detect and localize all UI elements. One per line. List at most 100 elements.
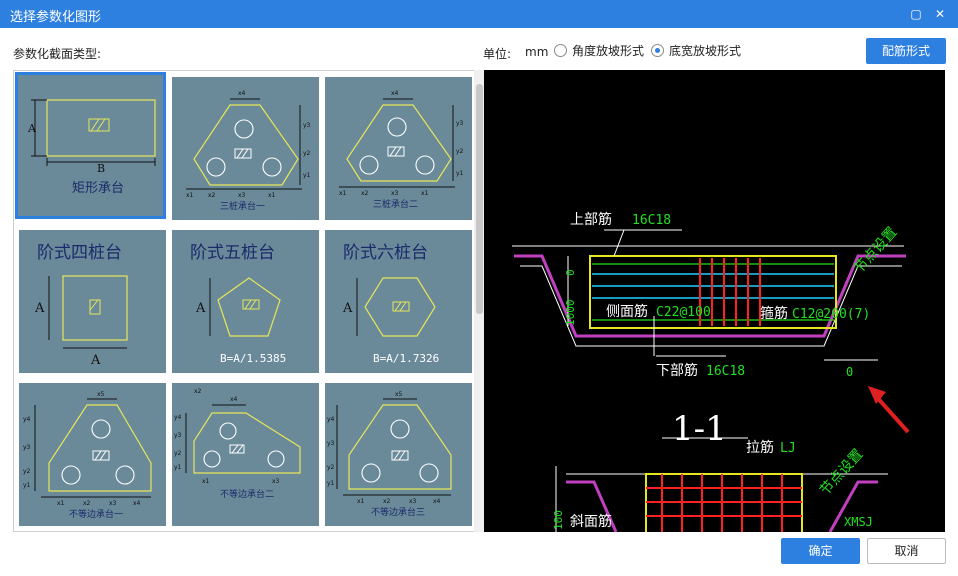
node-setting-label-2: 节点设置 (817, 446, 866, 498)
rebar-section-drawing: 上部筋 16C18 侧面筋 C22@100 箍筋 C12@200(7) 下部筋 … (512, 211, 910, 532)
radio-angle-label: 角度放坡形式 (572, 44, 645, 58)
tile-dim-label: x1 (57, 500, 65, 507)
rectangle-shape-diagram: A B 矩形承台 (27, 99, 156, 196)
tile-dim-label: x1 (421, 190, 429, 197)
unequal-3-diagram: x5 y4 y3 y2 y1 x1 x2 x3 x4 不等边承台三 (327, 391, 452, 518)
three-pile-2-diagram: x4 y3 y2 y1 x1 x2 x3 x1 三桩承台二 (339, 90, 464, 210)
shape-tile-unequal-2[interactable]: x4 x2 y4 y3 y2 y1 x1 x3 不等边承台二 (172, 383, 319, 526)
rebar-preview-canvas: 上部筋 16C18 侧面筋 C22@100 箍筋 C12@200(7) 下部筋 … (484, 70, 945, 532)
section-type-label: 参数化截面类型: (13, 47, 102, 61)
side-bar-label: 侧面筋 (606, 303, 648, 320)
tile-dim-label: A (195, 301, 206, 316)
side-bar-value: C22@100 (656, 305, 711, 320)
shape-gallery: A B 矩形承台 x4 y3 y2 y1 x1 x2 x3 x1 三桩承台一 x… (13, 70, 485, 532)
shape-name-label: 不等边承台二 (220, 488, 274, 500)
radio-width-dot[interactable] (651, 44, 664, 57)
tile-dim-label: y1 (23, 482, 31, 489)
tile-dim-label: x3 (409, 498, 417, 505)
tile-dim-label: x4 (433, 498, 441, 505)
tile-dim-label: x5 (97, 391, 105, 398)
ok-button[interactable]: 确定 (781, 538, 860, 564)
tile-dim-label: x3 (272, 478, 280, 485)
three-pile-1-diagram: x4 y3 y2 y1 x1 x2 x3 x1 三桩承台一 (186, 90, 311, 212)
tile-dim-label: x1 (357, 498, 365, 505)
tile-dim-label: y1 (456, 170, 464, 177)
tile-dim-label: A (27, 122, 37, 135)
shape-tile-three-pile-1[interactable]: x4 y3 y2 y1 x1 x2 x3 x1 三桩承台一 (172, 77, 319, 220)
tile-dim-label: y4 (174, 414, 182, 421)
tile-dim-label: x2 (194, 388, 202, 395)
bottom-bar-value: 16C18 (706, 364, 745, 379)
radio-width-label: 底宽放坡形式 (669, 44, 742, 58)
shape-tile-unequal-3[interactable]: x5 y4 y3 y2 y1 x1 x2 x3 x4 不等边承台三 (325, 383, 472, 526)
cancel-button[interactable]: 取消 (867, 538, 946, 564)
shape-tile-step-six-pile[interactable]: 阶式六桩台 A B=A/1.7326 (325, 230, 472, 373)
rebar-form-button[interactable]: 配筋形式 (866, 38, 946, 64)
shape-name-label: 阶式四桩台 (37, 243, 122, 263)
tile-dim-label: A (342, 301, 353, 316)
tile-dim-label: x1 (339, 190, 347, 197)
tile-dim-label: y3 (23, 444, 31, 451)
step-four-pile-diagram: 阶式四桩台 A A (34, 243, 128, 368)
tile-dim-label: y1 (327, 480, 335, 487)
tile-dim-label: x3 (109, 500, 117, 507)
tile-dim-label: y4 (23, 416, 31, 423)
shape-tile-step-four-pile[interactable]: 阶式四桩台 A A (19, 230, 166, 373)
tile-dim-label: x4 (238, 90, 246, 97)
step-five-pile-diagram: 阶式五桩台 A B=A/1.5385 (190, 243, 286, 365)
shape-name-label: 阶式五桩台 (190, 243, 275, 263)
tile-dim-label: y2 (456, 148, 464, 155)
top-bar-value: 16C18 (632, 213, 671, 228)
tile-dim-label: x1 (202, 478, 210, 485)
tile-dim-label: A (90, 353, 101, 368)
radio-angle-slope[interactable]: 角度放坡形式 (554, 42, 644, 59)
unit-value: mm (525, 45, 549, 59)
tile-dim-label: y3 (174, 432, 182, 439)
bottom-bar-label: 下部筋 (656, 362, 698, 379)
unit-label: 单位: (483, 47, 512, 61)
tile-dim-label: x2 (361, 190, 369, 197)
dim-zero-right: 0 (846, 365, 853, 379)
scrollbar-thumb[interactable] (476, 84, 483, 314)
tile-dim-label: x2 (83, 500, 91, 507)
step-six-pile-diagram: 阶式六桩台 A B=A/1.7326 (342, 243, 439, 365)
tile-dim-label: A (34, 301, 45, 316)
shape-tile-three-pile-2[interactable]: x4 y3 y2 y1 x1 x2 x3 x1 三桩承台二 (325, 77, 472, 220)
tie-bar-label: 拉筋 (746, 439, 774, 456)
tile-dim-label: B (97, 162, 105, 175)
dim-100: 100 (552, 510, 565, 530)
xmsj-label: XMSJ (844, 515, 873, 529)
dim-zero-left: 0 (564, 269, 577, 276)
radio-angle-dot[interactable] (554, 44, 567, 57)
shape-tile-unequal-1[interactable]: x5 y4 y3 y2 y1 x1 x2 x3 x4 不等边承台一 (19, 383, 166, 526)
tile-dim-label: x3 (391, 190, 399, 197)
shape-tile-step-five-pile[interactable]: 阶式五桩台 A B=A/1.5385 (172, 230, 319, 373)
shape-name-label: 三桩承台一 (220, 200, 265, 212)
tile-dim-label: B=A/1.5385 (220, 352, 286, 365)
shape-name-label: 矩形承台 (72, 181, 124, 196)
stirrup-value: C12@200(7) (792, 307, 870, 322)
close-icon[interactable]: ✕ (930, 4, 950, 24)
tile-dim-label: x2 (383, 498, 391, 505)
stirrup-label: 箍筋 (760, 305, 788, 322)
tile-dim-label: x5 (395, 391, 403, 398)
tile-dim-label: y3 (303, 122, 311, 129)
dim-1000: 1000 (564, 300, 577, 327)
tile-dim-label: x4 (391, 90, 399, 97)
tile-dim-label: x3 (238, 192, 246, 199)
radio-width-slope[interactable]: 底宽放坡形式 (651, 42, 741, 59)
tile-dim-label: y2 (303, 150, 311, 157)
window-title: 选择参数化图形 (10, 10, 102, 25)
tile-dim-label: y2 (23, 468, 31, 475)
shape-tile-rectangle[interactable]: A B 矩形承台 (15, 72, 166, 219)
shape-name-label: 不等边承台一 (69, 508, 123, 520)
tile-dim-label: B=A/1.7326 (373, 352, 439, 365)
top-bar-label: 上部筋 (570, 211, 612, 228)
tile-dim-label: x4 (133, 500, 141, 507)
shape-name-label: 不等边承台三 (371, 506, 425, 518)
maximize-icon[interactable]: ▢ (906, 4, 926, 24)
tile-dim-label: y3 (456, 120, 464, 127)
diag-bar-label: 斜面筋 (570, 513, 612, 530)
tile-dim-label: x1 (268, 192, 276, 199)
unequal-1-diagram: x5 y4 y3 y2 y1 x1 x2 x3 x4 不等边承台一 (23, 391, 152, 520)
